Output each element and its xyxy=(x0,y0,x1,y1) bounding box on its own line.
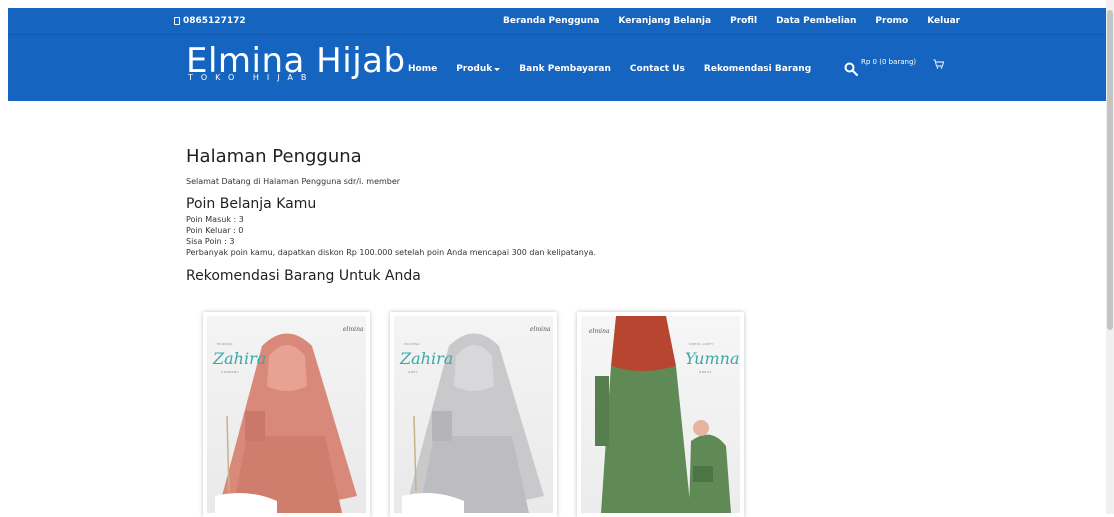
main-content: Halaman Pengguna Selamat Datang di Halam… xyxy=(186,146,886,284)
product-brand: elmina xyxy=(589,328,610,335)
chevron-down-icon xyxy=(494,67,501,71)
nav-home-label: Home xyxy=(408,64,438,74)
nav-rekomendasi-label: Rekomendasi Barang xyxy=(703,64,812,74)
dress-illustration xyxy=(595,316,731,513)
poin-keluar: Poin Keluar : 0 xyxy=(186,226,244,235)
product-variant: CORRANT xyxy=(221,370,240,374)
product-card[interactable]: elmina MUKENA Zahira GREY xyxy=(390,312,557,517)
recommendation-heading: Rekomendasi Barang Untuk Anda xyxy=(186,268,421,284)
product-name: Zahira xyxy=(213,349,267,368)
product-brand: elmina xyxy=(343,326,364,333)
nav-contact-label: Contact Us xyxy=(629,64,685,74)
product-image: elmina MUKENA Zahira CORRANT xyxy=(207,316,366,513)
link-beranda-pengguna[interactable]: Beranda Pengguna xyxy=(503,16,599,26)
user-menu: Beranda Pengguna Keranjang Belanja Profi… xyxy=(503,16,979,26)
top-bar: 0865127172 Beranda Pengguna Keranjang Be… xyxy=(8,8,1106,34)
product-brand: elmina xyxy=(530,326,551,333)
welcome-text: Selamat Datang di Halaman Pengguna sdr/i… xyxy=(186,177,401,186)
product-label: MUKENA xyxy=(404,342,420,346)
product-label: MUKENA xyxy=(217,342,233,346)
nav-produk[interactable]: Produk xyxy=(456,64,501,74)
product-variant: DRESS xyxy=(699,370,712,374)
search-icon[interactable] xyxy=(844,62,858,76)
nav-produk-label: Produk xyxy=(456,64,493,74)
nav-bank-pembayaran[interactable]: Bank Pembayaran xyxy=(519,64,611,74)
phone-contact: 0865127172 xyxy=(174,16,246,26)
phone-icon xyxy=(174,17,180,25)
page-scrollbar[interactable] xyxy=(1106,0,1114,514)
product-variant: GREY xyxy=(408,370,419,374)
primary-nav: Home Produk Bank Pembayaran Contact Us R… xyxy=(408,64,830,74)
product-card[interactable]: elmina MUKENA Zahira CORRANT xyxy=(203,312,370,517)
link-profil[interactable]: Profil xyxy=(730,16,757,26)
product-label: DRESS ARMY xyxy=(689,342,714,346)
points-heading: Poin Belanja Kamu xyxy=(186,196,317,212)
main-navbar: Elmina Hijab TOKO HIJAB Home Produk Bank… xyxy=(8,34,1106,101)
nav-bank-label: Bank Pembayaran xyxy=(519,64,611,74)
phone-number: 0865127172 xyxy=(183,16,246,26)
product-card[interactable]: elmina DRESS ARMY Yumna DRESS xyxy=(577,312,744,517)
product-image: elmina MUKENA Zahira GREY xyxy=(394,316,553,513)
points-promo-note: Perbanyak poin kamu, dapatkan diskon Rp … xyxy=(186,248,596,257)
sisa-poin: Sisa Poin : 3 xyxy=(186,237,235,246)
poin-masuk: Poin Masuk : 3 xyxy=(186,215,244,224)
nav-home[interactable]: Home xyxy=(408,64,437,74)
link-data-pembelian[interactable]: Data Pembelian xyxy=(776,16,856,26)
cart-icon[interactable] xyxy=(933,59,944,69)
link-promo[interactable]: Promo xyxy=(875,16,908,26)
product-name: Zahira xyxy=(400,349,454,368)
product-image: elmina DRESS ARMY Yumna DRESS xyxy=(581,316,740,513)
link-keranjang-belanja[interactable]: Keranjang Belanja xyxy=(618,16,711,26)
product-name: Yumna xyxy=(685,349,740,368)
nav-rekomendasi-barang[interactable]: Rekomendasi Barang xyxy=(704,64,811,74)
site-logo[interactable]: Elmina Hijab TOKO HIJAB xyxy=(186,43,406,82)
scrollbar-thumb[interactable] xyxy=(1107,10,1113,330)
nav-contact-us[interactable]: Contact Us xyxy=(630,64,685,74)
points-info: Poin Masuk : 3 Poin Keluar : 0 Sisa Poin… xyxy=(186,214,886,258)
link-keluar[interactable]: Keluar xyxy=(927,16,960,26)
cart-summary[interactable]: Rp 0 (0 barang) xyxy=(861,58,916,66)
product-grid: elmina MUKENA Zahira CORRANT elmina MUKE… xyxy=(203,312,764,517)
page-title: Halaman Pengguna xyxy=(186,146,362,167)
